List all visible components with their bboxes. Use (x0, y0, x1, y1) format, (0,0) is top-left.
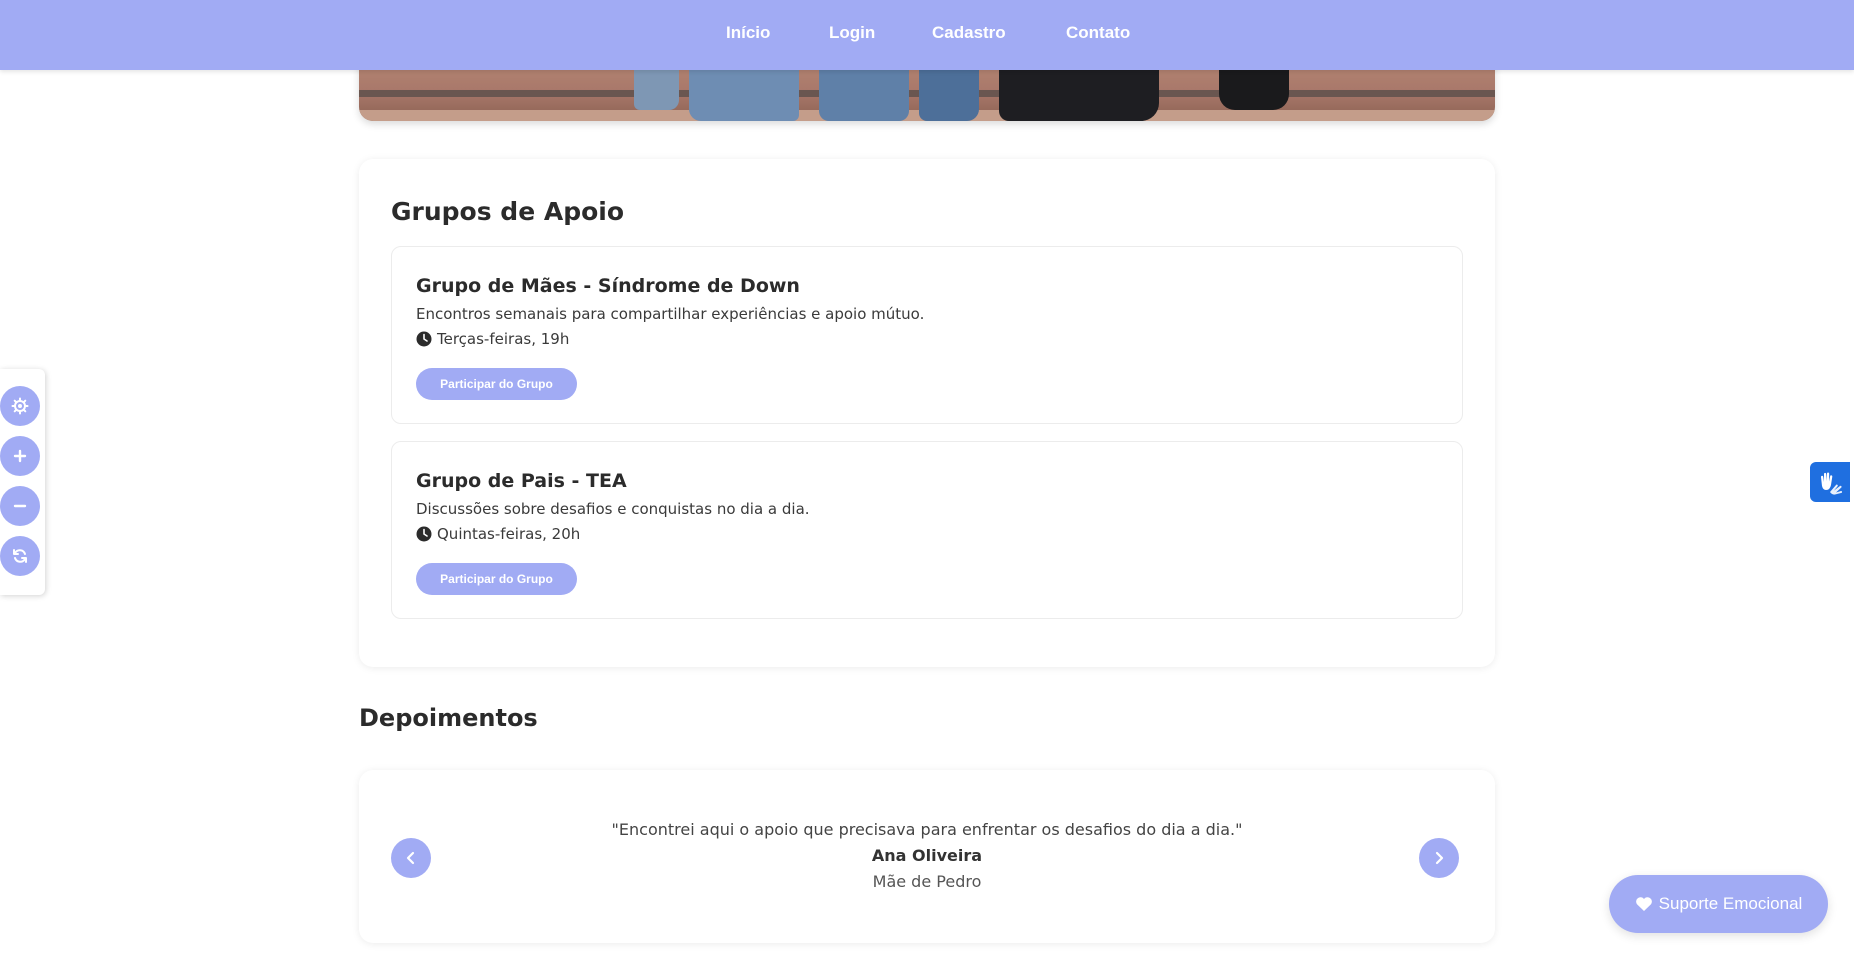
emotional-support-button[interactable]: Suporte Emocional (1609, 875, 1828, 933)
testimonial-role: Mãe de Pedro (872, 872, 982, 891)
group-schedule-text: Quintas-feiras, 20h (437, 525, 581, 543)
increase-font-button[interactable] (0, 436, 40, 476)
vlibras-widget-button[interactable] (1810, 462, 1850, 502)
carousel-next-button[interactable] (1419, 838, 1459, 878)
testimonials-title: Depoimentos (359, 704, 538, 732)
emotional-support-label: Suporte Emocional (1658, 894, 1803, 913)
chevron-right-icon (1435, 851, 1444, 865)
group-schedule-text: Terças-feiras, 19h (437, 330, 570, 348)
clock-icon (416, 526, 432, 542)
sign-language-hands-icon (1820, 472, 1843, 495)
testimonial-carousel: "Encontrei aqui o apoio que precisava pa… (359, 770, 1495, 943)
refresh-icon (13, 549, 27, 563)
group-title: Grupo de Mães - Síndrome de Down (416, 275, 800, 297)
minus-icon (13, 504, 27, 508)
settings-button[interactable] (0, 386, 40, 426)
group-schedule: Quintas-feiras, 20h (416, 525, 580, 543)
join-group-button[interactable]: Participar do Grupo (416, 368, 577, 400)
group-title: Grupo de Pais - TEA (416, 470, 627, 492)
accessibility-toolbar (0, 369, 45, 595)
nav-link-contato[interactable]: Contato (1066, 22, 1130, 44)
join-group-button[interactable]: Participar do Grupo (416, 563, 577, 595)
gear-icon (11, 397, 29, 415)
reset-button[interactable] (0, 536, 40, 576)
clock-icon (416, 331, 432, 347)
support-groups-card: Grupos de Apoio Grupo de Mães - Síndrome… (359, 159, 1495, 667)
testimonial-author: Ana Oliveira (871, 846, 983, 865)
plus-icon (13, 449, 27, 463)
group-card: Grupo de Mães - Síndrome de Down Encontr… (391, 246, 1463, 424)
heart-icon (1635, 897, 1652, 911)
nav-link-cadastro[interactable]: Cadastro (932, 22, 1006, 44)
nav-links: Início Login Cadastro Contato (0, 22, 1854, 48)
group-card: Grupo de Pais - TEA Discussões sobre des… (391, 441, 1463, 619)
decrease-font-button[interactable] (0, 486, 40, 526)
nav-link-login[interactable]: Login (829, 22, 875, 44)
support-groups-title: Grupos de Apoio (391, 197, 625, 226)
group-schedule: Terças-feiras, 19h (416, 330, 569, 348)
nav-link-inicio[interactable]: Início (726, 22, 770, 44)
group-description: Discussões sobre desafios e conquistas n… (416, 500, 810, 518)
testimonial-quote: "Encontrei aqui o apoio que precisava pa… (611, 820, 1243, 839)
top-navbar: Início Login Cadastro Contato (0, 0, 1854, 70)
group-description: Encontros semanais para compartilhar exp… (416, 305, 925, 323)
